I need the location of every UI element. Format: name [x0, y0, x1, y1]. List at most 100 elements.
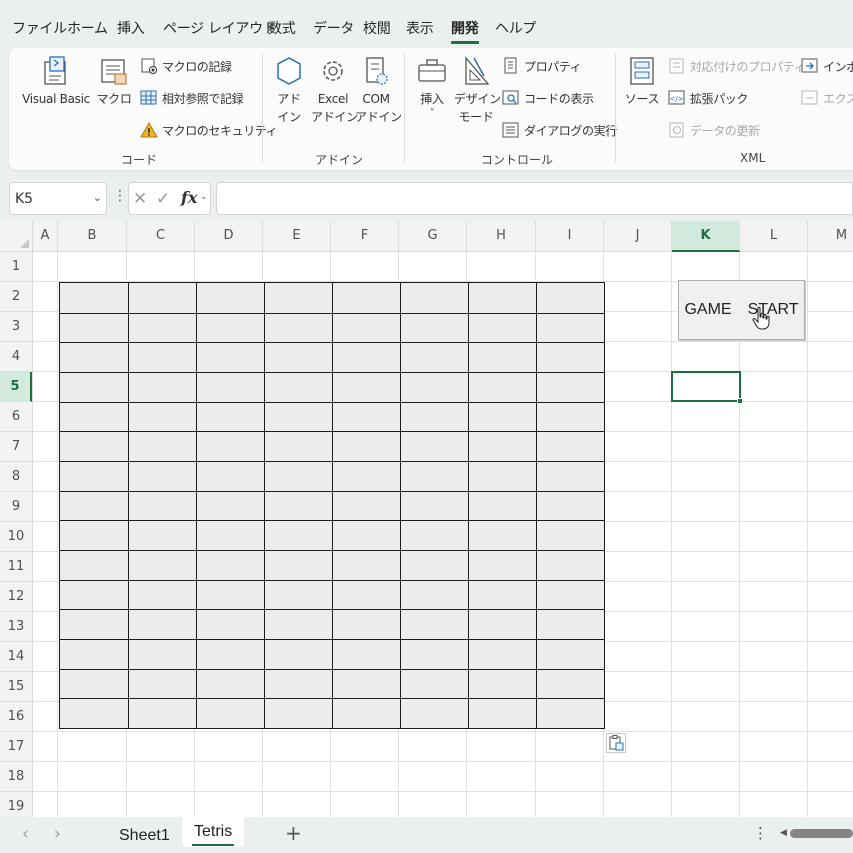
board-line-horizontal: [60, 402, 604, 403]
design-mode-button[interactable]: デザイン モード: [454, 54, 501, 126]
addin-hexagon-icon: [277, 57, 301, 85]
row-header-9[interactable]: 9: [0, 492, 32, 522]
tab-developer[interactable]: 開発: [451, 18, 479, 38]
tab-help[interactable]: ヘルプ: [495, 18, 536, 38]
expansion-packs-button[interactable]: </> 拡張パック: [668, 87, 748, 109]
horizontal-scrollbar[interactable]: ◀: [780, 827, 853, 840]
import-button[interactable]: インポート: [801, 55, 853, 77]
group-label-code: コード: [121, 153, 158, 167]
row-header-14[interactable]: 14: [0, 642, 32, 672]
menu-bar: ファイル ホーム 挿入 ページ レイアウト 数式 データ 校閲 表示 開発 ヘル…: [0, 0, 853, 46]
board-line-horizontal: [60, 461, 604, 462]
row-header-8[interactable]: 8: [0, 462, 32, 492]
formula-input[interactable]: [216, 182, 853, 215]
column-header-f[interactable]: F: [331, 221, 399, 252]
chevron-down-icon[interactable]: ⌄: [93, 191, 102, 204]
column-header-j[interactable]: J: [604, 221, 672, 252]
row-header-2[interactable]: 2: [0, 282, 32, 312]
row-header-6[interactable]: 6: [0, 402, 32, 432]
visual-basic-button[interactable]: Visual Basic: [21, 54, 91, 108]
fill-handle[interactable]: [737, 398, 743, 404]
row-header-16[interactable]: 16: [0, 702, 32, 732]
active-sheet-indicator: [192, 844, 234, 846]
export-button[interactable]: エクスポート: [801, 87, 853, 109]
active-cell-k5[interactable]: [671, 371, 741, 402]
row-header-19[interactable]: 19: [0, 792, 32, 817]
board-line-horizontal: [60, 372, 604, 373]
tab-view[interactable]: 表示: [406, 18, 434, 38]
column-header-b[interactable]: B: [58, 221, 127, 252]
insert-function-icon[interactable]: fx: [181, 188, 197, 207]
tab-home[interactable]: ホーム: [67, 18, 108, 38]
column-header-m[interactable]: M: [808, 221, 853, 252]
tab-page-layout[interactable]: ページ レイアウト: [163, 18, 277, 38]
sheet-tab-sheet1[interactable]: Sheet1: [119, 827, 170, 845]
column-header-k[interactable]: K: [672, 221, 740, 252]
column-header-a[interactable]: A: [33, 221, 58, 252]
properties-button[interactable]: プロパティ: [502, 55, 582, 77]
record-macro-button[interactable]: マクロの記録: [140, 55, 232, 77]
cancel-icon[interactable]: ✕: [133, 189, 147, 209]
more-options-icon[interactable]: ⋮: [753, 824, 768, 842]
macro-icon: [101, 59, 127, 85]
row-header-3[interactable]: 3: [0, 312, 32, 342]
column-header-l[interactable]: L: [740, 221, 808, 252]
hand-cursor-icon: [752, 306, 770, 330]
scroll-right-icon[interactable]: ›: [54, 824, 61, 844]
add-sheet-button[interactable]: +: [285, 821, 302, 845]
select-all-button[interactable]: [0, 221, 33, 252]
enter-check-icon[interactable]: ✓: [156, 189, 170, 209]
paste-options-icon[interactable]: [606, 733, 626, 753]
row-header-5[interactable]: 5: [0, 372, 32, 402]
more-vertical-icon[interactable]: ⋮: [113, 188, 127, 204]
column-header-i[interactable]: I: [536, 221, 604, 252]
design-mode-label-1: デザイン: [454, 92, 501, 106]
row-header-4[interactable]: 4: [0, 342, 32, 372]
scroll-left-arrow-icon[interactable]: ◀: [780, 828, 787, 838]
xml-source-button[interactable]: ソース: [621, 54, 663, 108]
column-header-h[interactable]: H: [467, 221, 536, 252]
excel-addins-button[interactable]: Excel アドイン: [311, 54, 358, 126]
addins-button[interactable]: アド イン: [271, 54, 307, 126]
row-header-12[interactable]: 12: [0, 582, 32, 612]
macro-button[interactable]: マクロ: [95, 54, 133, 108]
row-header-18[interactable]: 18: [0, 762, 32, 792]
row-header-1[interactable]: 1: [0, 252, 32, 282]
scrollbar-thumb[interactable]: [790, 829, 853, 838]
tab-file[interactable]: ファイル: [12, 18, 67, 38]
tab-review[interactable]: 校閲: [363, 18, 391, 38]
sheet-tab-tetris[interactable]: Tetris: [194, 823, 232, 841]
chevron-down-icon[interactable]: ⌄: [200, 192, 208, 202]
tab-data[interactable]: データ: [313, 18, 354, 38]
macro-security-button[interactable]: マクロのセキュリティ: [140, 119, 278, 141]
view-code-button[interactable]: コードの表示: [502, 87, 594, 109]
column-header-e[interactable]: E: [263, 221, 331, 252]
row-header-13[interactable]: 13: [0, 612, 32, 642]
column-header-g[interactable]: G: [399, 221, 467, 252]
name-box[interactable]: K5 ⌄: [9, 182, 107, 215]
refresh-data-button[interactable]: データの更新: [668, 119, 760, 141]
row-header-15[interactable]: 15: [0, 672, 32, 702]
map-properties-button[interactable]: 対応付けのプロパティ: [668, 55, 806, 77]
row-header-17[interactable]: 17: [0, 732, 32, 762]
column-header-d[interactable]: D: [195, 221, 263, 252]
macro-label: マクロ: [96, 92, 132, 106]
column-header-c[interactable]: C: [127, 221, 195, 252]
gridline-vertical: [57, 252, 58, 817]
scroll-left-icon[interactable]: ‹: [22, 824, 29, 844]
tetris-board[interactable]: [59, 282, 605, 729]
relative-refs-button[interactable]: 相対参照で記録: [140, 87, 244, 109]
row-header-10[interactable]: 10: [0, 522, 32, 552]
game-start-button[interactable]: GAME START: [678, 280, 805, 340]
export-icon: [801, 90, 818, 105]
visual-basic-icon: [44, 56, 66, 85]
row-header-7[interactable]: 7: [0, 432, 32, 462]
tab-insert[interactable]: 挿入: [117, 18, 145, 38]
insert-control-button[interactable]: 挿入 ˅: [412, 54, 452, 120]
row-header-11[interactable]: 11: [0, 552, 32, 582]
run-dialog-button[interactable]: ダイアログの実行: [502, 119, 617, 141]
tab-formulas[interactable]: 数式: [268, 18, 296, 38]
com-addins-button[interactable]: COM アドイン: [355, 54, 402, 126]
board-line-horizontal: [60, 580, 604, 581]
insert-dropdown-arrow[interactable]: ˅: [412, 108, 452, 120]
